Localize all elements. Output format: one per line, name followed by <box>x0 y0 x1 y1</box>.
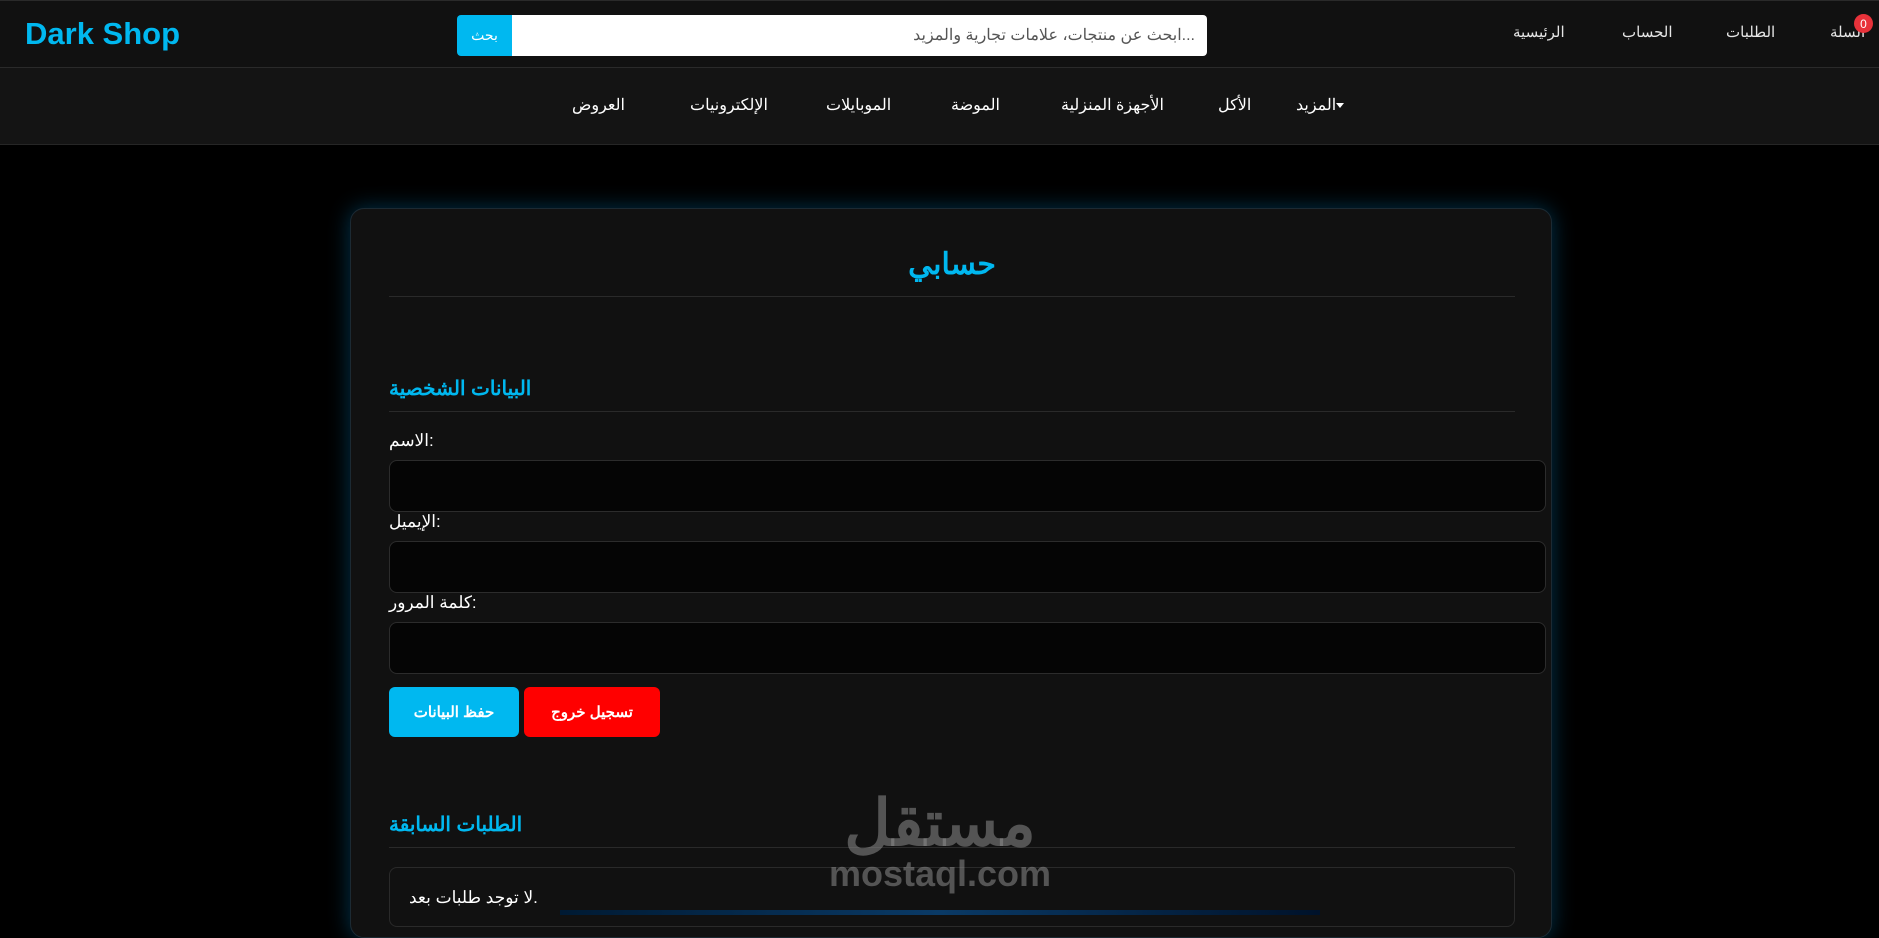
watermark: مستقل mostaql.com <box>820 790 1060 892</box>
nav-account[interactable]: الحساب <box>1622 23 1673 41</box>
nav-home[interactable]: الرئيسية <box>1513 23 1565 41</box>
watermark-arabic: مستقل <box>844 787 1036 859</box>
save-button[interactable]: حفظ البيانات <box>389 687 519 737</box>
personal-info-heading: البيانات الشخصية <box>389 376 1515 412</box>
category-home-appliances[interactable]: الأجهزة المنزلية <box>1061 95 1164 115</box>
email-field[interactable] <box>389 541 1546 593</box>
site-logo[interactable]: Dark Shop <box>25 16 180 52</box>
category-mobiles[interactable]: الموبايلات <box>826 95 891 115</box>
caret-down-icon <box>1336 103 1345 109</box>
category-electronics[interactable]: الإلكترونيات <box>690 95 768 115</box>
category-food[interactable]: الأكل <box>1218 95 1251 115</box>
category-more-dropdown[interactable]: المزيد <box>1296 95 1352 115</box>
logout-button[interactable]: تسجيل خروج <box>524 687 660 737</box>
password-label: كلمة المرور: <box>389 593 477 612</box>
category-nav: المزيد الأكل الأجهزة المنزلية الموضة الم… <box>0 68 1879 145</box>
search-input[interactable] <box>512 15 1207 56</box>
orders-empty-message: لا توجد طلبات بعد. <box>409 888 538 907</box>
name-field[interactable] <box>389 460 1546 512</box>
search-bar: بحث <box>457 15 1207 56</box>
email-label: الإيميل: <box>389 512 441 531</box>
bottom-decoration <box>560 910 1320 915</box>
top-header: Dark Shop بحث الرئيسية الحساب الطلبات ال… <box>0 0 1879 68</box>
search-button[interactable]: بحث <box>457 15 512 56</box>
category-offers[interactable]: العروض <box>572 95 625 115</box>
watermark-latin: mostaql.com <box>828 853 1052 894</box>
name-label: الاسم: <box>389 431 434 450</box>
nav-orders[interactable]: الطلبات <box>1726 23 1775 41</box>
password-field[interactable] <box>389 622 1546 674</box>
category-more-label: المزيد <box>1296 97 1337 114</box>
category-fashion[interactable]: الموضة <box>951 95 1000 115</box>
page-title: حسابي <box>389 247 1515 297</box>
cart-count-badge: 0 <box>1854 14 1873 33</box>
